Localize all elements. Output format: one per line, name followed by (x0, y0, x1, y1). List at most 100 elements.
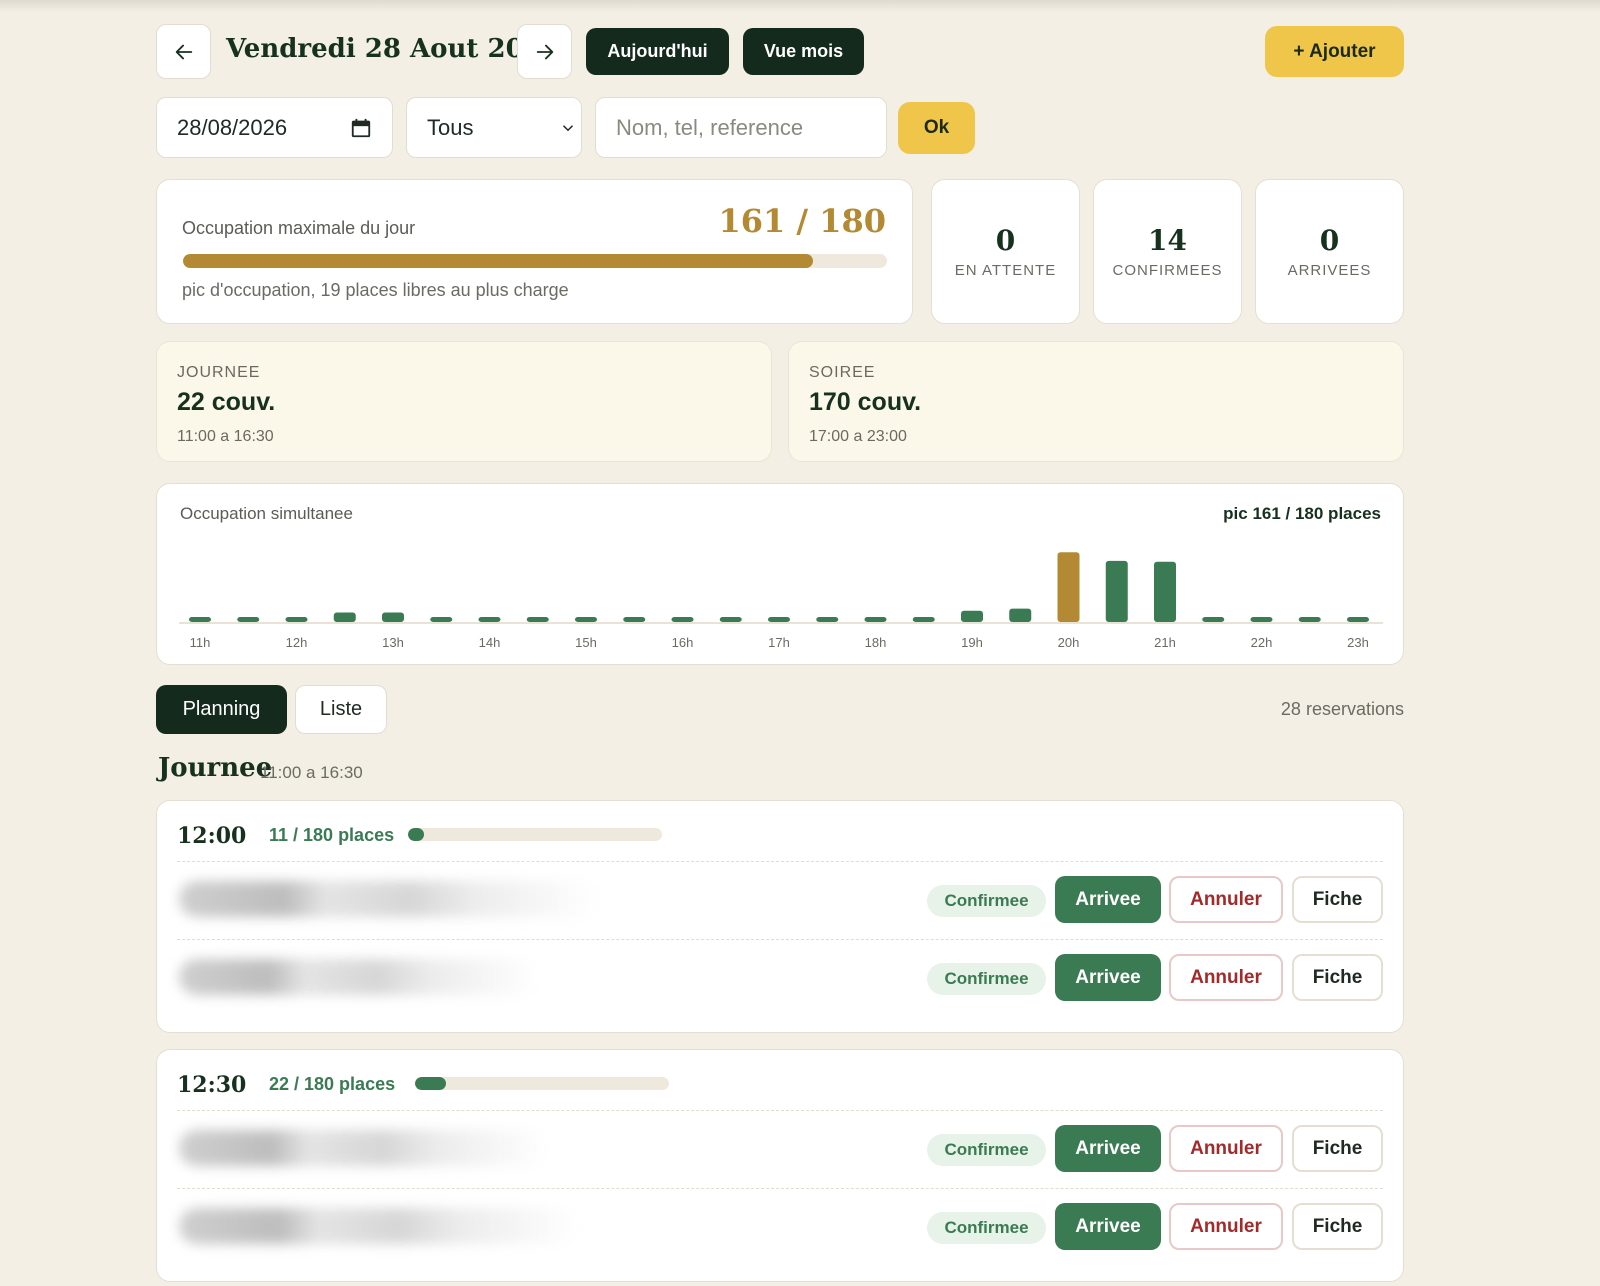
redacted-guest-info (179, 881, 599, 917)
service-evening-covers: 170 couv. (809, 388, 922, 416)
stat-confirmed: 14 CONFIRMEES (1093, 179, 1242, 324)
status-badge: Confirmee (927, 963, 1046, 995)
occupancy-progress-fill (183, 254, 813, 268)
service-evening-hours: 17:00 a 23:00 (809, 428, 907, 445)
reservation-count: 28 reservations (1280, 699, 1404, 719)
reservation-row[interactable]: Confirmee Arrivee Annuler Fiche (157, 1188, 1403, 1266)
cancel-button[interactable]: Annuler (1169, 876, 1283, 923)
stat-confirmed-value: 14 (1148, 224, 1187, 257)
chart-bar (285, 617, 308, 622)
chart-bar (1202, 617, 1225, 622)
stat-arrived-label: ARRIVEES (1287, 262, 1372, 279)
stat-pending-value: 0 (995, 224, 1016, 257)
cancel-button[interactable]: Annuler (1169, 1203, 1283, 1250)
chart-tick-label: 18h (865, 635, 887, 650)
chart-bar (623, 617, 646, 622)
chart-bar (1154, 561, 1176, 622)
redacted-guest-info (179, 1208, 579, 1244)
chart-bar (671, 617, 694, 622)
status-badge: Confirmee (927, 1134, 1046, 1166)
occupancy-chart-card: Occupation simultanee pic 161 / 180 plac… (156, 483, 1404, 665)
search-ok-button[interactable]: Ok (898, 102, 975, 154)
date-field[interactable]: 28/08/2026 (156, 97, 393, 158)
top-shadow (0, 0, 1600, 12)
chart-bar (1347, 617, 1369, 622)
chart-bar (333, 612, 356, 622)
section-title: Journee (158, 753, 273, 783)
date-value: 28/08/2026 (177, 114, 288, 140)
chart-tick-label: 23h (1347, 635, 1369, 650)
arrive-button[interactable]: Arrivee (1055, 954, 1161, 1001)
reservation-row[interactable]: Confirmee Arrivee Annuler Fiche (157, 861, 1403, 939)
service-evening-name: SOIREE (809, 364, 876, 381)
stat-confirmed-label: CONFIRMEES (1112, 262, 1223, 279)
search-field[interactable] (595, 97, 887, 158)
sheet-button[interactable]: Fiche (1292, 876, 1383, 923)
search-input[interactable] (616, 114, 886, 141)
slot-progress (408, 828, 662, 841)
service-day-covers: 22 couv. (177, 388, 276, 416)
today-button[interactable]: Aujourd'hui (586, 28, 729, 75)
chart-bar (526, 617, 549, 622)
time-slot: 12:00 11 / 180 places Confirmee Arrivee … (156, 800, 1404, 1033)
occupancy-card: Occupation maximale du jour 161 / 180 pi… (156, 179, 913, 324)
sheet-button[interactable]: Fiche (1292, 1203, 1383, 1250)
arrive-button[interactable]: Arrivee (1055, 876, 1161, 923)
chevron-down-icon (562, 125, 574, 132)
cancel-button[interactable]: Annuler (1169, 954, 1283, 1001)
occupancy-label: Occupation maximale du jour (182, 218, 416, 238)
arrow-left-icon (175, 44, 192, 59)
sheet-button[interactable]: Fiche (1292, 954, 1383, 1001)
occupancy-progress (183, 254, 887, 268)
stat-arrived: 0 ARRIVEES (1255, 179, 1404, 324)
chart-tick-label: 11h (190, 635, 211, 650)
chart-tick-label: 13h (382, 635, 404, 650)
chart-tick-label: 15h (575, 635, 597, 650)
tab-list[interactable]: Liste (295, 685, 387, 734)
chart-bar (768, 617, 790, 622)
status-select[interactable]: Tous (406, 97, 582, 158)
page-title: Vendredi 28 Aout 2026 (226, 34, 560, 64)
occupancy-value: 161 / 180 (718, 202, 886, 240)
status-badge: Confirmee (927, 1212, 1046, 1244)
tab-planning[interactable]: Planning (156, 685, 287, 734)
chart-bar (719, 617, 742, 622)
chart-bar (1105, 560, 1128, 622)
slot-capacity: 22 / 180 places (269, 1074, 396, 1094)
next-day-button[interactable] (517, 24, 572, 79)
chart-bar (1250, 617, 1273, 622)
sheet-button[interactable]: Fiche (1292, 1125, 1383, 1172)
chart-tick-label: 16h (672, 635, 694, 650)
arrive-button[interactable]: Arrivee (1055, 1125, 1161, 1172)
occupancy-note: pic d'occupation, 19 places libres au pl… (182, 280, 569, 300)
stat-pending-label: EN ATTENTE (954, 262, 1057, 279)
chart-tick-label: 14h (479, 635, 501, 650)
chart-bar (1298, 617, 1321, 622)
chart-bar (430, 617, 453, 622)
chart-bar (1057, 552, 1080, 622)
slot-progress (415, 1077, 669, 1090)
slot-progress-fill (408, 828, 424, 841)
chart-tick-label: 12h (286, 635, 308, 650)
arrow-right-icon (536, 44, 553, 59)
cancel-button[interactable]: Annuler (1169, 1125, 1283, 1172)
arrive-button[interactable]: Arrivee (1055, 1203, 1161, 1250)
reservation-row[interactable]: Confirmee Arrivee Annuler Fiche (157, 1110, 1403, 1188)
reservation-row[interactable]: Confirmee Arrivee Annuler Fiche (157, 939, 1403, 1017)
chart-bar (237, 617, 260, 622)
service-day-hours: 11:00 a 16:30 (177, 428, 274, 445)
month-view-button[interactable]: Vue mois (743, 28, 864, 75)
add-reservation-button[interactable]: + Ajouter (1265, 26, 1404, 77)
redacted-guest-info (179, 1130, 549, 1166)
chart-bar (382, 612, 404, 622)
occupancy-chart: 11h 12h 13h 14h 15h 16h 17h 18h 19h 20h 21h 22h 23h (179, 552, 1383, 650)
chart-bar (912, 617, 935, 622)
chart-bar (1009, 608, 1032, 622)
chart-tick-label: 21h (1154, 635, 1176, 650)
service-day-card: JOURNEE 22 couv. 11:00 a 16:30 (156, 341, 772, 462)
prev-day-button[interactable] (156, 24, 211, 79)
calendar-icon[interactable] (350, 117, 372, 139)
slot-time: 12:00 (177, 823, 247, 849)
time-slot: 12:30 22 / 180 places Confirmee Arrivee … (156, 1049, 1404, 1282)
service-evening-card: SOIREE 170 couv. 17:00 a 23:00 (788, 341, 1404, 462)
